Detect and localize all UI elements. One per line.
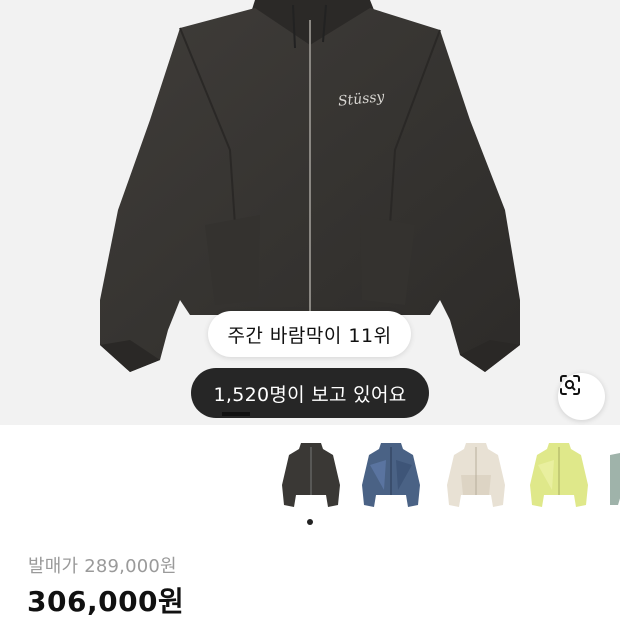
product-image-carousel[interactable]: Stüssy 주간 바람막이 11위 1,520명이 보고 있어요	[0, 0, 620, 425]
carousel-progress-track	[0, 412, 620, 416]
ranking-badge-label: 주간 바람막이 11위	[227, 324, 392, 347]
thumbnail-blue-image	[362, 443, 420, 507]
thumbnail-charcoal[interactable]	[276, 435, 346, 515]
release-price: 발매가 289,000원	[28, 556, 177, 577]
ranking-badge: 주간 바람막이 11위	[208, 311, 411, 357]
carousel-progress-indicator	[222, 412, 250, 416]
image-search-icon	[560, 375, 580, 395]
viewers-badge-label: 1,520명이 보고 있어요	[213, 383, 407, 406]
current-price: 306,000원	[27, 585, 185, 618]
jacket-image: Stüssy	[100, 0, 520, 372]
thumbnail-charcoal-image	[282, 443, 340, 507]
thumbnail-blue[interactable]	[356, 435, 426, 515]
viewers-badge: 1,520명이 보고 있어요	[191, 368, 429, 418]
colorway-thumbnails	[276, 435, 620, 515]
thumbnail-lime-image	[530, 443, 588, 507]
thumbnail-cream[interactable]	[441, 435, 511, 515]
thumbnail-lime[interactable]	[524, 435, 594, 515]
selected-thumbnail-indicator	[307, 519, 313, 525]
thumbnail-sage-image	[610, 453, 620, 505]
thumbnail-cream-image	[447, 443, 505, 507]
thumbnail-sage[interactable]	[604, 435, 620, 515]
